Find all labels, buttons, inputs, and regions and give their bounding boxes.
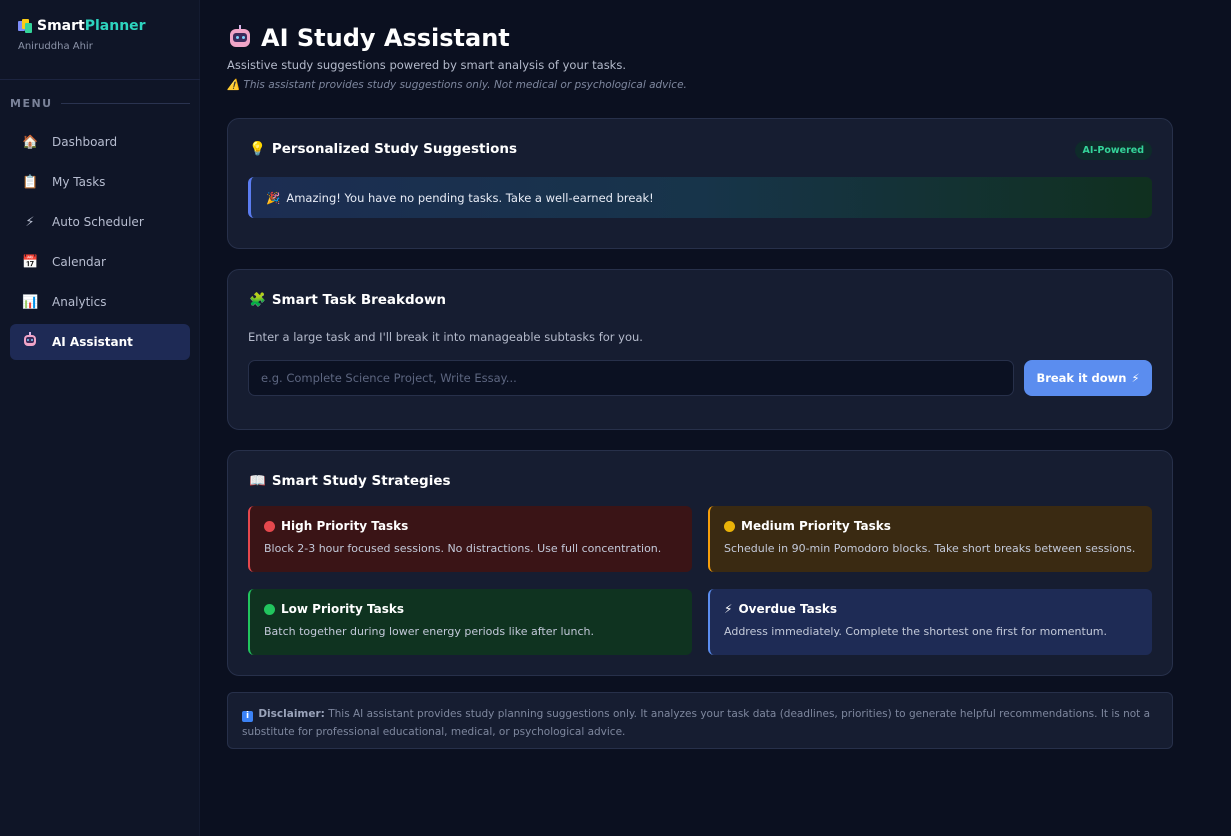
page-subtitle: Assistive study suggestions powered by s… xyxy=(227,58,626,72)
strategy-title: Low Priority Tasks xyxy=(281,602,404,616)
sidebar-item-ai-assistant[interactable]: AI Assistant xyxy=(10,324,190,360)
task-breakdown-card: 🧩 Smart Task Breakdown Enter a large tas… xyxy=(227,269,1173,430)
ai-powered-badge: AI-Powered xyxy=(1074,141,1152,160)
breakdown-description: Enter a large task and I'll break it int… xyxy=(248,330,643,344)
robot-icon xyxy=(227,25,253,51)
house-icon: 🏠 xyxy=(22,134,39,150)
lightning-icon: ⚡ xyxy=(724,602,733,616)
sidebar-divider xyxy=(0,79,200,80)
page-warning-text: This assistant provides study suggestion… xyxy=(243,79,687,91)
robot-icon xyxy=(22,332,38,352)
red-circle-icon xyxy=(264,520,275,532)
green-circle-icon xyxy=(264,603,275,615)
lightning-icon: ⚡ xyxy=(1131,371,1140,385)
task-input[interactable] xyxy=(248,360,1014,396)
sidebar-item-analytics[interactable]: 📊 Analytics xyxy=(10,284,190,320)
warning-icon: ⚠️ xyxy=(227,79,241,91)
suggestions-title: 💡 Personalized Study Suggestions xyxy=(249,141,517,157)
chart-icon: 📊 xyxy=(22,294,39,310)
user-name: Aniruddha Ahir xyxy=(18,41,93,52)
brand[interactable]: SmartPlanner Aniruddha Ahir xyxy=(18,18,146,52)
lightbulb-icon: 💡 xyxy=(249,141,266,157)
lightning-icon: ⚡ xyxy=(25,214,35,230)
sidebar-item-calendar[interactable]: 📅 Calendar xyxy=(10,244,190,280)
suggestions-card: 💡 Personalized Study Suggestions AI-Powe… xyxy=(227,118,1173,249)
calendar-icon: 📅 xyxy=(22,254,39,270)
menu-heading-label: MENU xyxy=(10,97,53,110)
disclaimer: i Disclaimer: This AI assistant provides… xyxy=(227,692,1173,749)
sidebar-item-auto-scheduler[interactable]: ⚡ Auto Scheduler xyxy=(10,204,190,240)
brand-name-planner: Planner xyxy=(84,18,146,34)
page-warning: ⚠️ This assistant provides study suggest… xyxy=(227,78,687,91)
breakdown-title: 🧩 Smart Task Breakdown xyxy=(249,292,446,308)
clipboard-icon: 📋 xyxy=(22,174,39,190)
page-title-text: AI Study Assistant xyxy=(261,24,510,52)
open-book-icon: 📖 xyxy=(249,473,266,489)
sidebar-item-label: Analytics xyxy=(52,295,107,309)
strategies-title: 📖 Smart Study Strategies xyxy=(249,473,451,489)
break-it-down-button[interactable]: Break it down ⚡ xyxy=(1024,360,1152,396)
strategy-medium-priority: Medium Priority Tasks Schedule in 90-min… xyxy=(708,506,1152,572)
strategy-text: Address immediately. Complete the shorte… xyxy=(724,625,1108,638)
strategy-high-priority: High Priority Tasks Block 2-3 hour focus… xyxy=(248,506,692,572)
info-icon: i xyxy=(242,711,253,722)
strategy-title: High Priority Tasks xyxy=(281,519,409,533)
strategies-title-text: Smart Study Strategies xyxy=(271,473,451,489)
sidebar-item-dashboard[interactable]: 🏠 Dashboard xyxy=(10,124,190,160)
breakdown-title-text: Smart Task Breakdown xyxy=(271,292,447,308)
sidebar-item-label: Auto Scheduler xyxy=(52,215,144,229)
suggestion-message: 🎉 Amazing! You have no pending tasks. Ta… xyxy=(248,177,1152,218)
strategy-text: Batch together during lower energy perio… xyxy=(264,625,595,638)
party-popper-icon: 🎉 xyxy=(266,190,281,205)
sidebar-item-label: Dashboard xyxy=(52,135,118,149)
menu-heading: MENU xyxy=(10,97,190,110)
suggestions-title-text: Personalized Study Suggestions xyxy=(271,141,517,157)
menu-heading-line xyxy=(60,103,190,104)
strategy-overdue: ⚡ Overdue Tasks Address immediately. Comp… xyxy=(708,589,1152,655)
strategy-title: Overdue Tasks xyxy=(738,602,837,616)
yellow-circle-icon xyxy=(724,520,735,532)
page-title: AI Study Assistant xyxy=(227,24,510,52)
sidebar-nav: 🏠 Dashboard 📋 My Tasks ⚡ Auto Scheduler … xyxy=(10,124,190,364)
strategy-title: Medium Priority Tasks xyxy=(741,519,891,533)
puzzle-piece-icon: 🧩 xyxy=(249,292,266,308)
disclaimer-text: This AI assistant provides study plannin… xyxy=(242,708,1151,738)
sidebar-item-label: My Tasks xyxy=(52,175,106,189)
suggestion-message-text: Amazing! You have no pending tasks. Take… xyxy=(286,190,654,205)
strategy-low-priority: Low Priority Tasks Batch together during… xyxy=(248,589,692,655)
brand-name-smart: Smart xyxy=(37,18,85,34)
strategy-text: Schedule in 90-min Pomodoro blocks. Take… xyxy=(724,542,1136,555)
strategies-card: 📖 Smart Study Strategies High Priority T… xyxy=(227,450,1173,676)
books-logo-icon xyxy=(18,19,32,33)
sidebar: SmartPlanner Aniruddha Ahir MENU 🏠 Dashb… xyxy=(0,0,200,836)
strategy-text: Block 2-3 hour focused sessions. No dist… xyxy=(264,542,662,555)
sidebar-item-label: Calendar xyxy=(52,255,106,269)
sidebar-item-my-tasks[interactable]: 📋 My Tasks xyxy=(10,164,190,200)
disclaimer-label: Disclaimer: xyxy=(258,708,325,720)
sidebar-item-label: AI Assistant xyxy=(52,335,133,349)
break-it-down-label: Break it down xyxy=(1036,371,1127,385)
